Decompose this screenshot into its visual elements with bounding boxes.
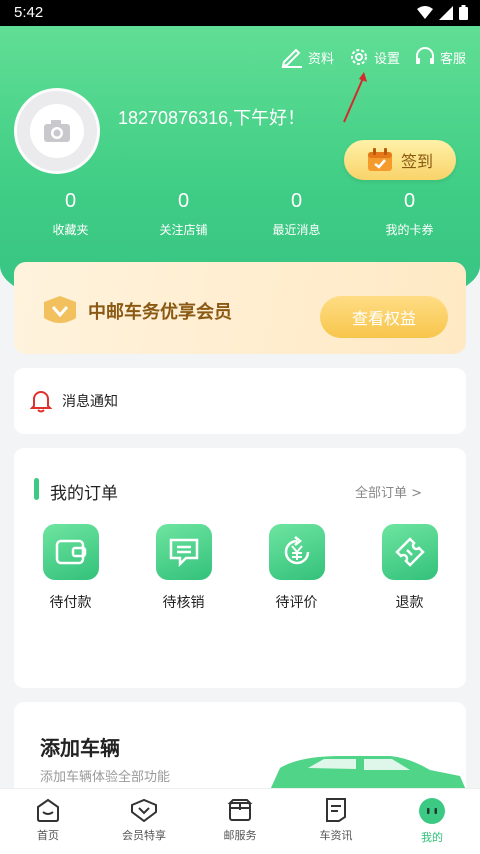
yuan-refresh-icon — [284, 536, 309, 565]
customer-service-label: 客服 — [439, 51, 466, 67]
wifi-icon — [417, 5, 433, 19]
stat-value: 0 — [177, 190, 190, 212]
stat-favorites[interactable]: 0 收藏夹 — [14, 190, 127, 238]
home-icon — [37, 798, 59, 822]
stat-followed-shops[interactable]: 0 关注店铺 — [127, 190, 240, 238]
header-actions: 资料 设置 客服 — [280, 46, 466, 68]
stat-label: 我的卡券 — [385, 223, 434, 237]
message-notification-label: 消息通知 — [62, 394, 118, 410]
order-icon-box — [42, 524, 99, 580]
section-accent-bar — [34, 478, 39, 500]
my-orders-card: 我的订单 全部订单 > 待付款 待核销 待评价 退款 — [14, 448, 466, 688]
sign-in-label: 签到 — [400, 152, 433, 171]
stat-coupons[interactable]: 0 我的卡券 — [353, 190, 466, 238]
stat-value: 0 — [403, 190, 416, 212]
order-pending-verification[interactable]: 待核销 — [127, 524, 240, 612]
news-icon — [326, 798, 346, 822]
order-refund[interactable]: 退款 — [353, 524, 466, 612]
profile-info-button[interactable]: 资料 — [280, 46, 334, 68]
status-icons — [417, 5, 468, 20]
bottom-tab-bar: 首页 会员特享 邮服务 车资讯 我的 — [0, 788, 480, 854]
signal-icon — [439, 5, 453, 20]
calendar-check-icon — [367, 148, 392, 171]
order-label: 退款 — [395, 595, 424, 611]
stat-label: 收藏夹 — [52, 223, 89, 237]
stat-recent-messages[interactable]: 0 最近消息 — [240, 190, 353, 238]
tab-home[interactable]: 首页 — [0, 789, 96, 854]
tab-label: 首页 — [37, 829, 59, 842]
stat-label: 关注店铺 — [159, 223, 208, 237]
tab-member-benefits[interactable]: 会员特享 — [96, 789, 192, 854]
camera-icon — [30, 104, 84, 158]
member-icon — [131, 798, 157, 823]
stat-label: 最近消息 — [272, 223, 321, 237]
stat-value: 0 — [64, 190, 77, 212]
sign-in-button[interactable]: 签到 — [344, 140, 456, 180]
settings-label: 设置 — [373, 51, 400, 67]
stats-row: 0 收藏夹 0 关注店铺 0 最近消息 0 我的卡券 — [0, 190, 480, 238]
arrow-annotation-icon — [343, 72, 367, 123]
add-vehicle-title: 添加车辆 — [40, 736, 120, 760]
tab-postal-service[interactable]: 邮服务 — [192, 789, 288, 854]
order-icon-box — [381, 524, 438, 580]
settings-button[interactable]: 设置 — [348, 46, 400, 68]
edit-icon — [281, 48, 302, 68]
car-illustration-icon — [270, 756, 466, 790]
order-icon-box — [268, 524, 325, 580]
tab-label: 会员特享 — [122, 829, 166, 842]
stat-value: 0 — [290, 190, 303, 212]
order-status-grid: 待付款 待核销 待评价 退款 — [14, 524, 466, 612]
order-pending-payment[interactable]: 待付款 — [14, 524, 127, 612]
order-pending-review[interactable]: 待评价 — [240, 524, 353, 612]
profile-icon — [419, 798, 445, 824]
member-card: 中邮车务优享会员 查看权益 — [14, 262, 466, 354]
tab-car-news[interactable]: 车资讯 — [288, 789, 384, 854]
headset-icon — [415, 47, 434, 64]
tab-label: 我的 — [421, 831, 443, 844]
bell-icon — [30, 391, 52, 413]
order-icon-box — [155, 524, 212, 580]
order-label: 待核销 — [162, 595, 205, 611]
all-orders-link[interactable]: 全部订单 > — [355, 482, 422, 501]
tab-label: 邮服务 — [223, 829, 257, 842]
customer-service-button[interactable]: 客服 — [414, 46, 466, 68]
box-icon — [227, 799, 253, 821]
user-greeting: 18270876316,下午好！ — [118, 108, 306, 128]
order-label: 待付款 — [49, 595, 92, 611]
ticket-icon — [394, 537, 425, 567]
status-bar: 5:42 — [0, 0, 480, 26]
battery-icon — [459, 5, 468, 20]
avatar[interactable] — [14, 88, 100, 174]
status-time: 5:42 — [14, 4, 44, 21]
gear-icon — [350, 49, 367, 65]
view-benefits-button[interactable]: 查看权益 — [320, 296, 448, 338]
message-icon — [169, 538, 198, 567]
tab-label: 车资讯 — [319, 829, 353, 842]
wallet-icon — [55, 539, 86, 565]
tab-mine[interactable]: 我的 — [384, 789, 480, 854]
member-badge-icon — [44, 296, 76, 323]
my-orders-title: 我的订单 — [50, 484, 118, 504]
profile-info-label: 资料 — [307, 51, 334, 67]
order-label: 待评价 — [275, 595, 318, 611]
message-notification-row[interactable]: 消息通知 — [14, 368, 466, 434]
add-vehicle-subtitle: 添加车辆体验全部功能 — [40, 770, 171, 785]
member-title: 中邮车务优享会员 — [88, 302, 232, 323]
